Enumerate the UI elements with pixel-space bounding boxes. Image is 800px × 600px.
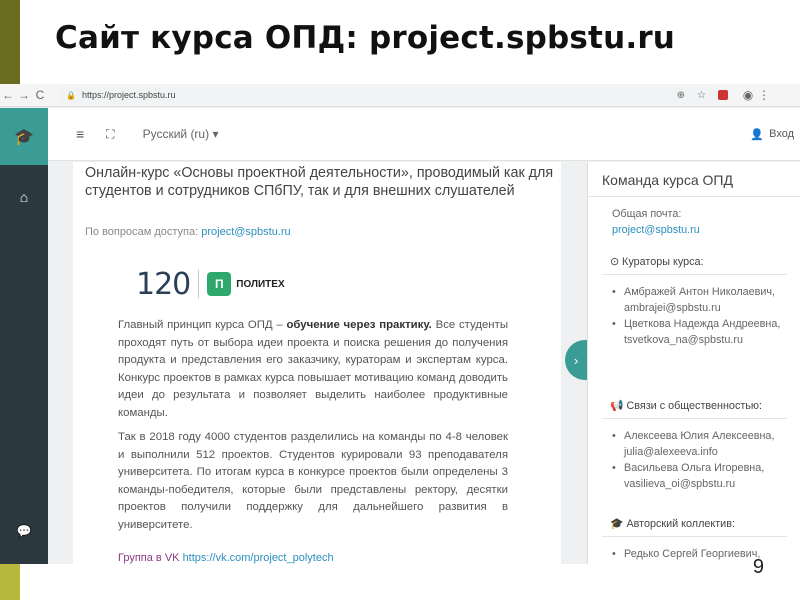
slide-number: 9: [752, 556, 764, 578]
vk-group: Группа в VK https://vk.com/project_polyt…: [118, 552, 334, 564]
pr-name: Васильева Ольга Игоревна,: [624, 462, 765, 474]
curator-name: Амбражей Антон Николаевич,: [624, 286, 776, 298]
browser-toolbar: ← → C 🔒 https://project.spbstu.ru ⊕ ☆ ◉ …: [0, 84, 800, 107]
curator-email[interactable]: ambrajei@spbstu.ru: [624, 302, 721, 314]
reload-icon[interactable]: C: [32, 88, 48, 102]
graduation-cap-icon: 🎓: [610, 518, 624, 530]
slide-title: Сайт курса ОПД: project.spbstu.ru: [55, 20, 676, 56]
results-paragraph: Так в 2018 году 4000 студентов разделили…: [118, 431, 508, 531]
principle-paragraph: Главный принцип курса ОПД – обучение чер…: [118, 317, 508, 422]
forward-icon[interactable]: →: [16, 88, 32, 102]
list-item: Редько Сергей Георгиевич,: [612, 546, 797, 562]
pr-header: 📢 Связи с общественностью:: [610, 398, 795, 414]
logo-number: 120: [136, 266, 191, 302]
account-icon[interactable]: ◉: [740, 88, 756, 102]
course-heading: Онлайн-курс «Основы проектной деятельнос…: [85, 165, 554, 199]
slide-decor-bar-top: [0, 0, 20, 85]
megaphone-icon: 📢: [610, 400, 624, 412]
access-label: По вопросам доступа:: [85, 226, 199, 238]
curator-email[interactable]: tsvetkova_na@spbstu.ru: [624, 334, 743, 346]
fullscreen-icon[interactable]: ⛶: [106, 127, 114, 142]
language-selector[interactable]: Русский (ru) ▾: [143, 127, 219, 141]
sidebar: 🎓 ⌂ 💬: [0, 108, 48, 564]
para1-start: Главный принцип курса ОПД –: [118, 319, 287, 331]
main-content: Онлайн-курс «Основы проектной деятельнос…: [73, 162, 561, 564]
divider: [602, 418, 787, 419]
para1-rest: Все студенты проходят путь от выбора иде…: [118, 319, 509, 419]
hamburger-menu-icon[interactable]: ≡: [76, 126, 84, 142]
pr-list: Алексеева Юлия Алексеевна, julia@alexeeva…: [612, 428, 797, 492]
team-title: Команда курса ОПД: [602, 172, 733, 188]
curators-header: ⊙ Кураторы курса:: [610, 254, 795, 270]
zoom-icon[interactable]: ⊕: [677, 90, 685, 101]
team-panel: Команда курса ОПД Общая почта: project@s…: [587, 162, 800, 564]
pr-label: Связи с общественностью:: [626, 400, 763, 412]
general-mail-link[interactable]: project@spbstu.ru: [612, 222, 797, 238]
top-navbar: ≡ ⛶ Русский (ru) ▾ 👤 Вход: [48, 108, 800, 161]
graduation-cap-icon[interactable]: 🎓: [0, 108, 48, 165]
divider: [602, 536, 787, 537]
list-item: Цветкова Надежда Андреевна, tsvetkova_na@…: [612, 316, 797, 348]
panel-toggle-chevron-icon[interactable]: ›: [565, 340, 587, 380]
dashboard-icon: ⊙: [610, 256, 620, 268]
address-bar[interactable]: 🔒 https://project.spbstu.ru ⊕ ☆: [58, 86, 718, 104]
author-name: Редько Сергей Георгиевич,: [624, 548, 761, 560]
list-item: Амбражей Антон Николаевич, ambrajei@spbst…: [612, 284, 797, 316]
chat-icon[interactable]: 💬: [0, 524, 48, 538]
url-text: https://project.spbstu.ru: [81, 90, 176, 100]
list-item: Васильева Ольга Игоревна, vasilieva_oi@sp…: [612, 460, 797, 492]
logo-divider: [198, 270, 200, 298]
slide-decor-bar-bottom: [0, 563, 20, 600]
pr-email[interactable]: vasilieva_oi@spbstu.ru: [624, 478, 735, 490]
user-icon: 👤: [750, 128, 765, 141]
curators-list: Амбражей Антон Николаевич, ambrajei@spbst…: [612, 284, 797, 348]
divider: [589, 196, 800, 197]
general-mail: Общая почта: project@spbstu.ru: [612, 206, 797, 238]
divider: [602, 274, 787, 275]
authors-label: Авторский коллектив:: [626, 518, 735, 530]
home-icon[interactable]: ⌂: [0, 171, 48, 223]
lock-icon: 🔒: [66, 90, 76, 100]
pr-email[interactable]: julia@alexeeva.info: [624, 446, 718, 458]
browser-menu-icon[interactable]: ⋮: [756, 88, 772, 102]
general-mail-label: Общая почта:: [612, 208, 682, 220]
slide: Сайт курса ОПД: project.spbstu.ru ← → C …: [0, 0, 800, 600]
course-logo: 120 П ПОЛИТЕХ: [126, 258, 288, 310]
authors-header: 🎓 Авторский коллектив:: [610, 516, 795, 532]
pr-name: Алексеева Юлия Алексеевна,: [624, 430, 775, 442]
extension-icon[interactable]: [718, 90, 728, 100]
bookmark-star-icon[interactable]: ☆: [697, 90, 706, 101]
vk-label: Группа в VK: [118, 552, 180, 564]
back-icon[interactable]: ←: [0, 88, 16, 102]
screenshot: ← → C 🔒 https://project.spbstu.ru ⊕ ☆ ◉ …: [0, 84, 800, 564]
authors-list: Редько Сергей Георгиевич,: [612, 546, 797, 562]
para1-bold: обучение через практику.: [286, 319, 432, 331]
list-item: Алексеева Юлия Алексеевна, julia@alexeeva…: [612, 428, 797, 460]
access-email-link[interactable]: project@spbstu.ru: [201, 226, 290, 238]
lms-app: 🎓 ⌂ 💬 ≡ ⛶ Русский (ru) ▾ 👤 Вход Онлайн-к…: [0, 108, 800, 564]
language-label: Русский (ru): [142, 127, 210, 141]
access-info: По вопросам доступа: project@spbstu.ru: [85, 226, 291, 238]
logo-text: ПОЛИТЕХ: [236, 278, 285, 290]
login-label: Вход: [769, 128, 794, 140]
vk-link[interactable]: https://vk.com/project_polytech: [183, 552, 334, 564]
polytech-logo-icon: П: [207, 272, 232, 296]
curator-name: Цветкова Надежда Андреевна,: [624, 318, 781, 330]
login-button[interactable]: 👤 Вход: [750, 128, 794, 141]
curators-label: Кураторы курса:: [622, 256, 704, 268]
